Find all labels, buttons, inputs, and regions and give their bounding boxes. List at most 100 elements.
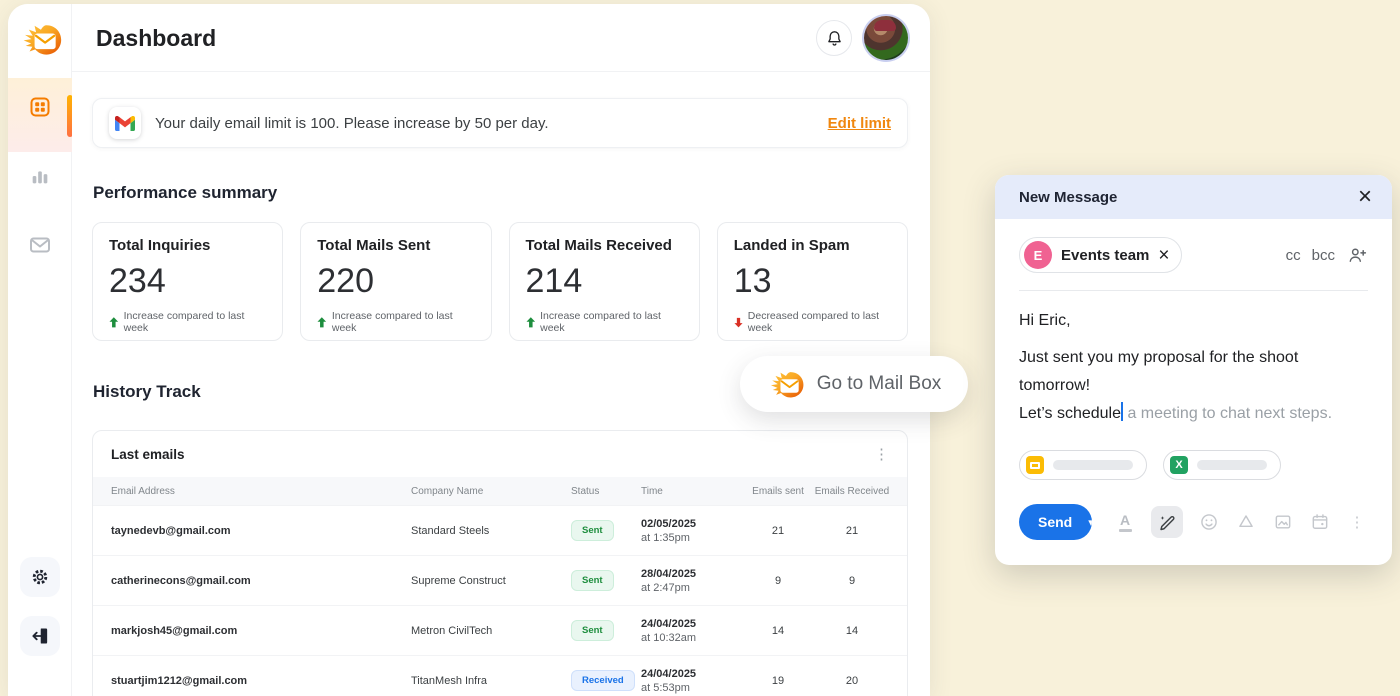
attachment-chip-sheet[interactable]: X (1163, 450, 1281, 480)
sidebar-item-dashboard[interactable] (20, 87, 60, 127)
stat-card-landed-in-spam: Landed in Spam 13 Decreased compared to … (717, 222, 908, 341)
body-line1: Just sent you my proposal for the shoot … (1019, 349, 1298, 394)
cell-date: 28/04/2025 (641, 568, 743, 580)
trend-up-icon (109, 317, 119, 328)
cell-email: stuartjim1212@gmail.com (111, 675, 411, 687)
cell-emails-sent: 9 (743, 575, 813, 587)
slides-file-icon (1026, 456, 1044, 474)
sidebar-item-mail[interactable] (20, 225, 60, 265)
cell-emails-received: 21 (813, 525, 891, 537)
cell-time: at 5:53pm (641, 682, 743, 694)
history-heading: History Track (93, 382, 201, 402)
smart-compose-button[interactable] (1151, 506, 1183, 538)
smiley-icon (1199, 512, 1219, 532)
bar-chart-icon (29, 165, 51, 187)
grid-icon (28, 95, 52, 119)
compose-title: New Message (1019, 189, 1117, 206)
add-contact-button[interactable] (1346, 244, 1368, 266)
cell-emails-received: 14 (813, 625, 891, 637)
drive-button[interactable] (1235, 511, 1257, 533)
emoji-button[interactable] (1198, 511, 1220, 533)
cell-time: at 10:32am (641, 632, 743, 644)
app-header: Dashboard (72, 4, 930, 72)
image-icon (1273, 512, 1293, 532)
attachment-chip-slides[interactable] (1019, 450, 1147, 480)
cell-date: 02/05/2025 (641, 518, 743, 530)
logout-icon (30, 626, 50, 646)
cell-email: catherinecons@gmail.com (111, 575, 411, 587)
table-header-row: Email Address Company Name Status Time E… (93, 477, 907, 505)
attachments-row: X (995, 428, 1392, 480)
stat-value: 234 (109, 262, 266, 301)
stat-note-text: Decreased compared to last week (748, 310, 891, 334)
brand-logo[interactable] (19, 17, 63, 61)
trend-down-icon (734, 317, 743, 328)
recipient-avatar: E (1024, 241, 1052, 269)
email-limit-banner: Your daily email limit is 100. Please in… (92, 98, 908, 148)
send-options-button[interactable]: ▾ (1088, 504, 1092, 540)
formatting-button[interactable]: A (1114, 511, 1136, 533)
sidebar-item-logout[interactable] (20, 616, 60, 656)
trend-up-icon (526, 317, 536, 328)
flame-mail-logo-icon (767, 365, 805, 403)
table-row: catherinecons@gmail.com Supreme Construc… (93, 555, 907, 605)
autocomplete-suggestion: a meeting to chat next steps. (1123, 405, 1332, 422)
cell-emails-sent: 14 (743, 625, 813, 637)
stat-value: 214 (526, 262, 683, 301)
col-email-address: Email Address (111, 486, 411, 497)
col-emails-received: Emails Received (813, 486, 891, 497)
attachment-name-placeholder (1197, 460, 1267, 470)
stat-value: 13 (734, 262, 891, 301)
calendar-button[interactable] (1309, 511, 1331, 533)
col-emails-sent: Emails sent (743, 486, 813, 497)
stat-card-total-inquiries: Total Inquiries 234 Increase compared to… (92, 222, 283, 341)
cell-date: 24/04/2025 (641, 618, 743, 630)
user-avatar[interactable] (864, 16, 908, 60)
cell-date: 24/04/2025 (641, 668, 743, 680)
limit-message: Your daily email limit is 100. Please in… (155, 115, 549, 132)
stat-title: Total Mails Sent (317, 237, 474, 254)
close-icon[interactable]: × (1358, 185, 1372, 209)
go-to-mailbox-button[interactable]: Go to Mail Box (740, 356, 968, 412)
person-add-icon (1347, 245, 1368, 266)
body-typed-text: Let’s schedule (1019, 405, 1121, 422)
app-window: Dashboard Your daily email limit is 100 (8, 4, 930, 696)
edit-limit-link[interactable]: Edit limit (828, 115, 891, 132)
gear-icon (30, 567, 50, 587)
cell-company: Supreme Construct (411, 575, 571, 587)
insert-image-button[interactable] (1272, 511, 1294, 533)
status-badge: Sent (571, 520, 614, 541)
cell-emails-sent: 19 (743, 675, 813, 687)
remove-recipient-icon[interactable]: × (1158, 246, 1169, 265)
stat-card-total-mails-received: Total Mails Received 214 Increase compar… (509, 222, 700, 341)
more-options-button[interactable]: ⋮ (1346, 511, 1368, 533)
notifications-button[interactable] (816, 20, 852, 56)
table-title: Last emails (111, 447, 185, 462)
col-company-name: Company Name (411, 486, 571, 497)
performance-heading: Performance summary (93, 183, 277, 203)
compose-actions-row: Send ▾ A (995, 480, 1392, 540)
calendar-icon (1310, 512, 1330, 532)
message-body-editor[interactable]: Hi Eric, Just sent you my proposal for t… (995, 291, 1392, 428)
cell-time: at 1:35pm (641, 532, 743, 544)
recipient-name: Events team (1061, 247, 1149, 264)
recipient-chip[interactable]: E Events team × (1019, 237, 1182, 273)
sidebar-item-settings[interactable] (20, 557, 60, 597)
format-a-icon: A (1120, 513, 1130, 527)
col-status: Status (571, 486, 641, 497)
col-time: Time (641, 486, 743, 497)
recipient-row: E Events team × cc bcc (995, 219, 1392, 273)
cell-company: TitanMesh Infra (411, 675, 571, 687)
cc-button[interactable]: cc (1286, 247, 1301, 264)
bell-icon (825, 29, 844, 48)
pen-sparkle-icon (1158, 513, 1176, 531)
page-title: Dashboard (96, 4, 216, 72)
table-menu-button[interactable]: ⋮ (874, 445, 889, 463)
cell-email: markjosh45@gmail.com (111, 625, 411, 637)
body-greeting: Hi Eric, (1019, 307, 1368, 335)
trend-up-icon (317, 317, 327, 328)
sidebar-item-analytics[interactable] (20, 156, 60, 196)
bcc-button[interactable]: bcc (1312, 247, 1335, 264)
stat-title: Total Inquiries (109, 237, 266, 254)
send-button[interactable]: Send (1019, 504, 1088, 540)
